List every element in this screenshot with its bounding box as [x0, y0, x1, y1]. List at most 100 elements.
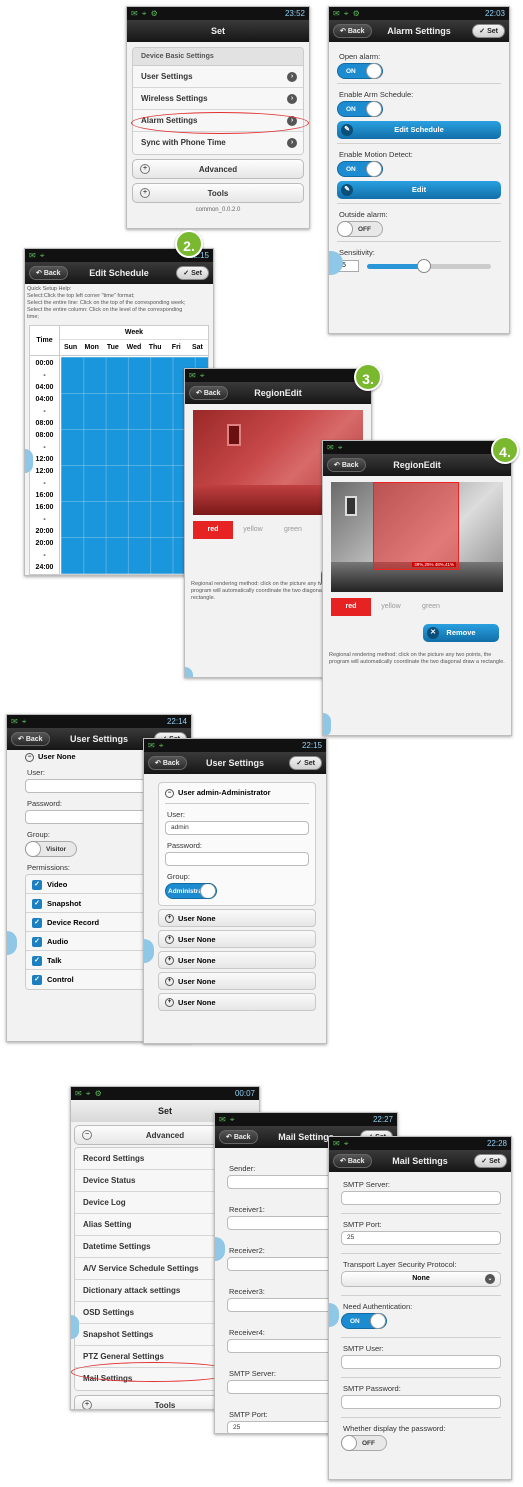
display-password-toggle[interactable]: OFF: [341, 1435, 387, 1451]
schedule-grid: Time Week Sun Mon Tue Wed Thu Fri Sat 00…: [29, 325, 209, 575]
back-button[interactable]: ↶ Back: [189, 386, 228, 400]
day-tue[interactable]: Tue: [102, 340, 123, 355]
back-button[interactable]: ↶ Back: [327, 458, 366, 472]
back-button[interactable]: ↶ Back: [148, 756, 187, 770]
edit-schedule-button[interactable]: ✎ Edit Schedule: [337, 121, 501, 139]
title-bar: ↶ Back Edit Schedule ✓ Set: [25, 262, 213, 284]
day-sat[interactable]: Sat: [187, 340, 208, 355]
menu-sync-time[interactable]: Sync with Phone Time ›: [133, 132, 303, 154]
chip-green[interactable]: green: [273, 521, 313, 539]
set-button[interactable]: ✓ Set: [176, 266, 209, 280]
page-title: User Settings: [69, 734, 129, 744]
menu-wireless-settings[interactable]: Wireless Settings ›: [133, 88, 303, 110]
check-icon: ✓: [32, 955, 42, 966]
page-title: Set: [210, 26, 225, 36]
user-row[interactable]: + User None: [158, 908, 316, 927]
chevron-right-icon: ›: [287, 72, 297, 82]
set-button[interactable]: ✓ Set: [289, 756, 322, 770]
close-icon: ✕: [427, 627, 439, 639]
password-label: Password:: [167, 840, 203, 850]
tls-select[interactable]: None ⌄: [341, 1271, 501, 1287]
day-sun[interactable]: Sun: [60, 340, 81, 355]
chip-yellow[interactable]: yellow: [233, 521, 273, 539]
display-password-label: Whether display the password:: [343, 1424, 446, 1433]
status-icons: ✉ ⌖ ⚙: [131, 9, 159, 18]
user-row[interactable]: + User None: [158, 929, 316, 948]
smtp-server-label: SMTP Server:: [343, 1180, 390, 1189]
edit-motion-button[interactable]: ✎ Edit: [337, 181, 501, 199]
check-icon: ✓: [32, 879, 42, 890]
version-text: common_0.0.2.0: [195, 207, 241, 213]
pencil-icon: ✎: [341, 184, 353, 196]
chip-red[interactable]: red: [193, 521, 233, 539]
week-header: Week: [60, 326, 208, 340]
back-button[interactable]: ↶ Back: [11, 732, 50, 746]
group-toggle[interactable]: Administrator: [165, 882, 217, 899]
slider-handle[interactable]: [417, 259, 431, 273]
page-title: Mail Settings: [392, 1156, 448, 1166]
chip-green[interactable]: green: [411, 598, 451, 616]
minus-icon: −: [82, 1130, 92, 1140]
smtp-password-input[interactable]: [341, 1395, 501, 1409]
check-icon: ✓: [32, 974, 42, 985]
advanced-button[interactable]: + Advanced: [132, 159, 304, 179]
day-mon[interactable]: Mon: [81, 340, 102, 355]
motion-detect-label: Enable Motion Detect:: [339, 150, 413, 159]
camera-preview[interactable]: 39%,25% 48%,41%: [331, 482, 503, 592]
smtp-server-input[interactable]: [341, 1191, 501, 1205]
chip-red[interactable]: red: [331, 598, 371, 616]
status-icons: ✉ ⌖: [29, 251, 46, 260]
user-row[interactable]: + User None: [158, 992, 316, 1011]
set-button[interactable]: ✓ Set: [474, 1154, 507, 1168]
user-admin-header[interactable]: − User admin-Administrator: [165, 783, 309, 804]
set-button[interactable]: ✓ Set: [472, 24, 505, 38]
user-input[interactable]: admin: [165, 820, 309, 835]
smtp-user-input[interactable]: [341, 1355, 501, 1369]
page-title: Alarm Settings: [387, 26, 451, 36]
time-column: 00:00-04:00 04:00-08:00 08:00-12:00 12:0…: [30, 356, 60, 574]
day-fri[interactable]: Fri: [166, 340, 187, 355]
outside-alarm-toggle[interactable]: OFF: [337, 221, 383, 237]
back-button[interactable]: ↶ Back: [333, 24, 372, 38]
day-thu[interactable]: Thu: [145, 340, 166, 355]
chip-yellow[interactable]: yellow: [371, 598, 411, 616]
day-wed[interactable]: Wed: [123, 340, 144, 355]
plus-icon: +: [140, 164, 150, 174]
tools-button[interactable]: + Tools: [132, 183, 304, 203]
need-auth-toggle[interactable]: ON: [341, 1313, 387, 1329]
sensitivity-slider[interactable]: 5: [337, 259, 501, 273]
back-button[interactable]: ↶ Back: [29, 266, 68, 280]
group-label: Group:: [167, 871, 190, 881]
arm-schedule-label: Enable Arm Schedule:: [339, 90, 414, 99]
user-row[interactable]: + User None: [158, 950, 316, 969]
user-row[interactable]: + User None: [158, 971, 316, 990]
group-toggle[interactable]: Visitor: [25, 840, 77, 857]
status-icons: ✉ ⌖: [189, 371, 206, 380]
status-icons: ✉ ⌖: [333, 1139, 350, 1148]
smtp-password-label: SMTP Password:: [343, 1384, 401, 1393]
open-alarm-label: Open alarm:: [339, 52, 381, 61]
smtp-port-input[interactable]: 25: [341, 1231, 501, 1245]
title-bar: ↶ Back Alarm Settings ✓ Set: [329, 20, 509, 42]
remove-button[interactable]: ✕ Remove: [423, 624, 499, 642]
title-bar: Set: [127, 20, 309, 42]
region-help: Regional rendering method: click on the …: [329, 652, 505, 665]
status-bar: ✉ ⌖ 22:14: [7, 715, 191, 728]
plus-icon: +: [140, 188, 150, 198]
status-icons: ✉ ⌖: [11, 717, 28, 726]
motion-detect-toggle[interactable]: ON: [337, 161, 383, 177]
time-header[interactable]: Time: [30, 326, 60, 356]
open-alarm-toggle[interactable]: ON: [337, 63, 383, 79]
status-bar: ✉ ⌖22: [185, 369, 371, 382]
arm-schedule-toggle[interactable]: ON: [337, 101, 383, 117]
motion-region[interactable]: 39%,25% 48%,41%: [373, 482, 459, 570]
status-bar: ✉ ⌖22: [323, 441, 511, 454]
status-bar: ✉ ⌖ 22:15: [144, 739, 326, 752]
user-settings-screen-2: ✉ ⌖ 22:15 ↶ Back User Settings ✓ Set − User …: [143, 738, 327, 1044]
title-bar: ↶ Back RegionEdit: [185, 382, 371, 404]
device-basic-settings: Device Basic Settings User Settings › Wir…: [132, 47, 304, 155]
menu-user-settings[interactable]: User Settings ›: [133, 66, 303, 88]
back-button[interactable]: ↶ Back: [333, 1154, 372, 1168]
back-button[interactable]: ↶ Back: [219, 1130, 258, 1144]
password-input[interactable]: [165, 851, 309, 866]
